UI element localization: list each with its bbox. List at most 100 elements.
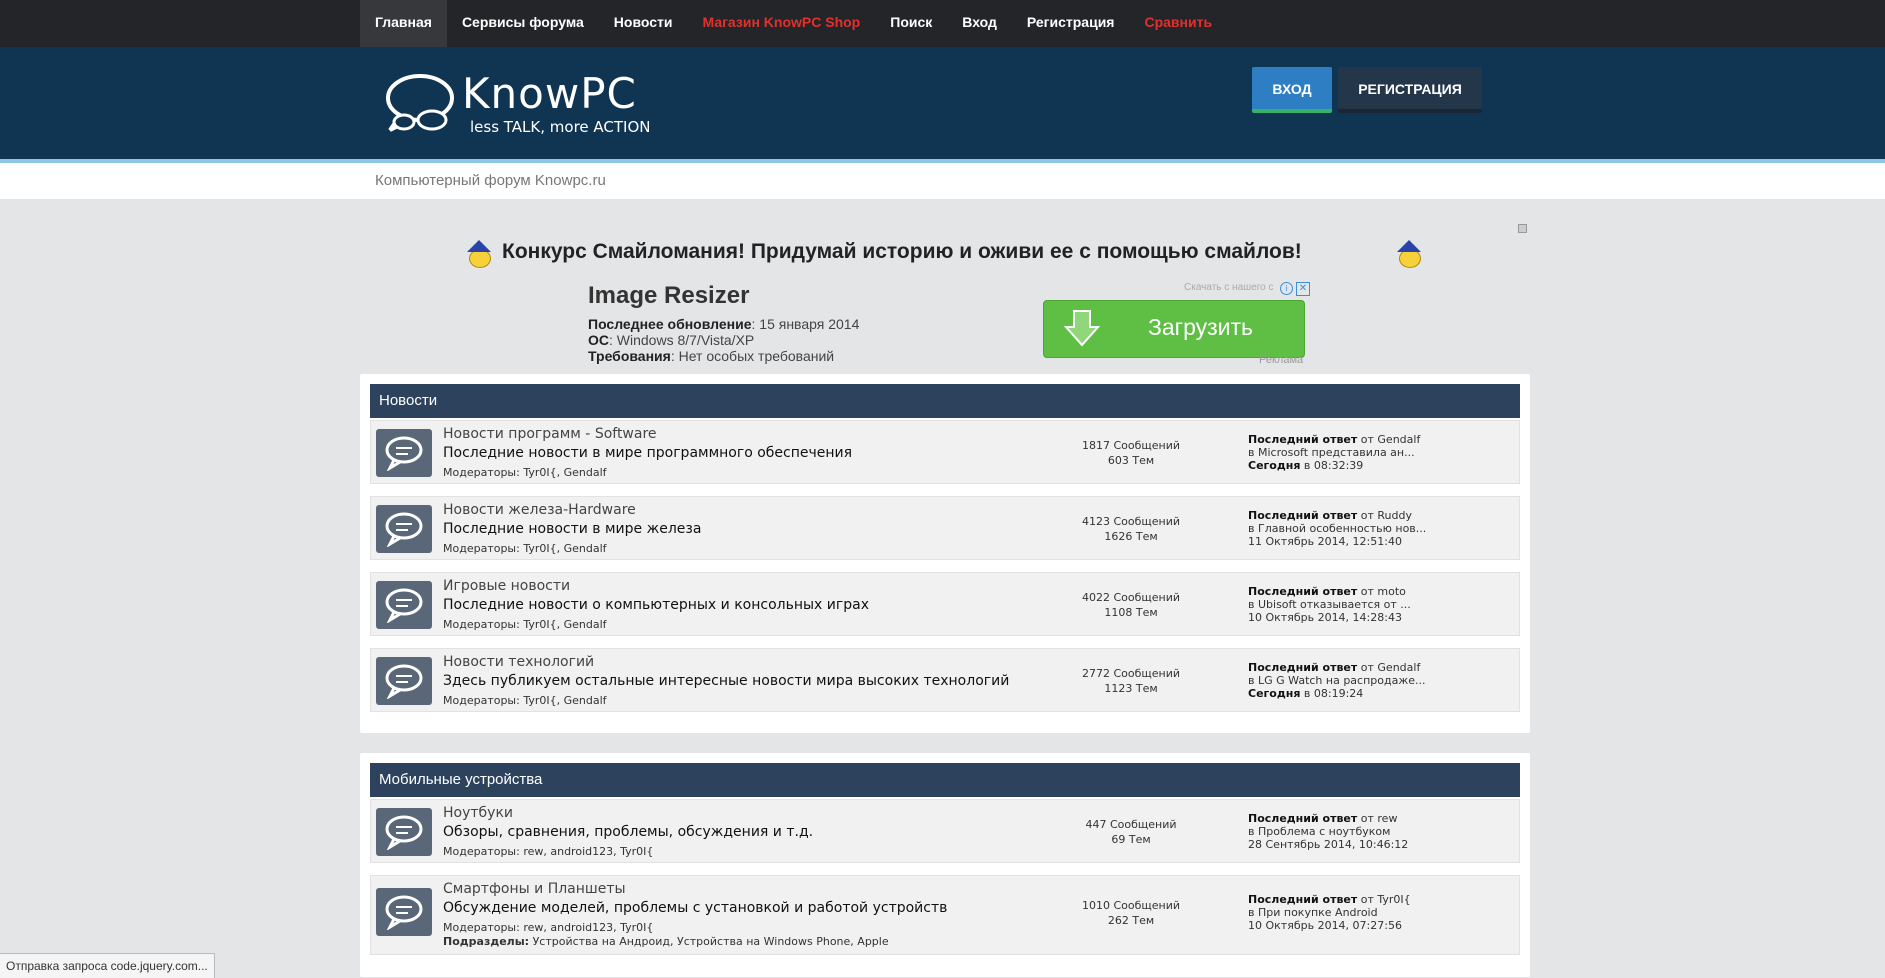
- site-header: [0, 47, 1885, 163]
- forum-stats: 447 Сообщений 69 Тем: [1066, 817, 1196, 847]
- last-post-label: Последний ответ: [1248, 812, 1358, 825]
- forum-chat-icon: [376, 581, 432, 629]
- last-post-author[interactable]: от Tyr0I{: [1357, 893, 1411, 906]
- forum-last-post[interactable]: Последний ответ от moto в Ubisoft отказыв…: [1248, 585, 1411, 624]
- forum-chat-icon: [376, 808, 432, 856]
- forum-topics: 603 Тем: [1107, 454, 1155, 467]
- forum-posts: 4022 Сообщений: [1081, 591, 1181, 604]
- forum-name-link[interactable]: Новости технологий: [443, 654, 594, 670]
- last-post-label: Последний ответ: [1248, 433, 1358, 446]
- ad-label: Реклама: [1259, 354, 1304, 366]
- ad-os: ОС: Windows 8/7/Vista/XP: [588, 332, 754, 348]
- last-post-day: Сегодня: [1248, 687, 1301, 700]
- last-post-topic[interactable]: в Microsoft представила ан...: [1248, 446, 1420, 459]
- forum-moderators[interactable]: Модераторы: Tyr0I{, Gendalf: [443, 466, 607, 479]
- ad-source-text: Скачать с нашего с: [1184, 282, 1274, 293]
- contest-banner[interactable]: Конкурс Смайломания! Придумай историю и …: [464, 238, 1424, 268]
- last-post-author[interactable]: от rew: [1357, 812, 1398, 825]
- nav-shop[interactable]: Магазин KnowPC Shop: [687, 0, 875, 47]
- header-register-button[interactable]: РЕГИСТРАЦИЯ: [1338, 67, 1482, 113]
- forum-description: Обзоры, сравнения, проблемы, обсуждения …: [443, 824, 814, 840]
- top-nav: Главная Сервисы форума Новости Магазин K…: [0, 0, 1885, 47]
- forum-row: Ноутбуки Обзоры, сравнения, проблемы, об…: [370, 799, 1520, 863]
- category-mobile: Мобильные устройства Ноутбуки Обзоры, ср…: [360, 753, 1530, 977]
- wizard-smiley-icon: [1394, 240, 1424, 268]
- last-post-time: в 08:32:39: [1300, 459, 1364, 472]
- ad-info-icon[interactable]: i: [1280, 282, 1293, 295]
- forum-name-link[interactable]: Игровые новости: [443, 578, 570, 594]
- last-post-time: 10 Октябрь 2014, 14:28:43: [1248, 611, 1402, 624]
- category-title[interactable]: Мобильные устройства: [370, 763, 1520, 797]
- forum-posts: 1010 Сообщений: [1081, 899, 1181, 912]
- forum-name-link[interactable]: Новости железа-Hardware: [443, 502, 636, 518]
- forum-last-post[interactable]: Последний ответ от Ruddy в Главной особен…: [1248, 509, 1426, 548]
- contest-banner-text[interactable]: Конкурс Смайломания! Придумай историю и …: [502, 240, 1302, 264]
- last-post-label: Последний ответ: [1248, 893, 1358, 906]
- nav-forum-services[interactable]: Сервисы форума: [447, 0, 599, 47]
- forum-name-link[interactable]: Смартфоны и Планшеты: [443, 881, 626, 897]
- forum-name-link[interactable]: Ноутбуки: [443, 805, 513, 821]
- download-arrow-icon: [1064, 310, 1100, 347]
- forum-topics: 69 Тем: [1111, 833, 1151, 846]
- forum-moderators[interactable]: Модераторы: Tyr0I{, Gendalf: [443, 618, 607, 631]
- forum-description: Последние новости о компьютерных и консо…: [443, 597, 870, 613]
- forum-last-post[interactable]: Последний ответ от Tyr0I{в При покупке A…: [1248, 893, 1411, 932]
- forum-moderators[interactable]: Модераторы: Tyr0I{, Gendalf: [443, 694, 607, 707]
- forum-chat-icon: [376, 888, 432, 936]
- nav-search[interactable]: Поиск: [875, 0, 947, 47]
- forum-row: Смартфоны и Планшеты Обсуждение моделей,…: [370, 875, 1520, 955]
- ad-requirements: Требования: Нет особых требований: [588, 348, 834, 364]
- subforums-label: Подразделы:: [443, 935, 530, 948]
- ad-block: Image Resizer Последнее обновление: 15 я…: [586, 282, 1312, 368]
- forum-moderators[interactable]: Модераторы: rew, android123, Tyr0I{: [443, 921, 653, 934]
- nav-compare[interactable]: Сравнить: [1129, 0, 1227, 47]
- last-post-topic[interactable]: в При покупке Android: [1248, 906, 1411, 919]
- forum-topics: 1108 Тем: [1104, 606, 1158, 619]
- last-post-author[interactable]: от moto: [1357, 585, 1406, 598]
- last-post-day: Сегодня: [1248, 459, 1301, 472]
- last-post-author[interactable]: от Ruddy: [1357, 509, 1412, 522]
- ad-os-label: ОС: [588, 332, 609, 348]
- logo-tagline: less TALK, more ACTION: [470, 118, 651, 136]
- category-title[interactable]: Новости: [370, 384, 1520, 418]
- forum-description: Последние новости в мире программного об…: [443, 445, 853, 461]
- ad-download-button[interactable]: Загрузить: [1043, 300, 1305, 358]
- nav-home[interactable]: Главная: [360, 0, 447, 47]
- forum-chat-icon: [376, 505, 432, 553]
- ad-req-label: Требования: [588, 348, 671, 364]
- last-post-author[interactable]: от Gendalf: [1357, 661, 1421, 674]
- ad-close-icon[interactable]: ✕: [1296, 282, 1310, 296]
- last-post-topic[interactable]: в Проблема с ноутбуком: [1248, 825, 1408, 838]
- forum-last-post[interactable]: Последний ответ от rew в Проблема с ноутб…: [1248, 812, 1408, 851]
- forum-last-post[interactable]: Последний ответ от Gendalf в Microsoft пр…: [1248, 433, 1420, 472]
- forum-last-post[interactable]: Последний ответ от Gendalf в LG G Watch н…: [1248, 661, 1426, 700]
- ad-req-value: : Нет особых требований: [670, 348, 835, 364]
- banner-close-icon[interactable]: [1518, 224, 1527, 233]
- forum-row: Новости программ - Software Последние но…: [370, 420, 1520, 484]
- forum-description: Обсуждение моделей, проблемы с установко…: [443, 900, 948, 916]
- header-login-button[interactable]: ВХОД: [1252, 67, 1332, 113]
- category-news: Новости Новости программ - Software Посл…: [360, 374, 1530, 733]
- forum-row: Новости железа-Hardware Последние новост…: [370, 496, 1520, 560]
- chat-bubbles-logo-icon: [386, 74, 454, 132]
- wizard-smiley-icon: [464, 240, 494, 268]
- forum-moderators[interactable]: Модераторы: rew, android123, Tyr0I{: [443, 845, 653, 858]
- subforums-links[interactable]: Устройства на Андроид, Устройства на Win…: [529, 935, 889, 948]
- forum-posts: 2772 Сообщений: [1081, 667, 1181, 680]
- last-post-time: в 08:19:24: [1300, 687, 1364, 700]
- forum-posts: 447 Сообщений: [1085, 818, 1177, 831]
- last-post-time: 28 Сентябрь 2014, 10:46:12: [1248, 838, 1409, 851]
- forum-name-link[interactable]: Новости программ - Software: [443, 426, 657, 442]
- ad-updated-value: : 15 января 2014: [751, 316, 860, 332]
- forum-subforums[interactable]: Подразделы: Устройства на Андроид, Устро…: [443, 935, 889, 948]
- nav-register[interactable]: Регистрация: [1012, 0, 1130, 47]
- forum-moderators[interactable]: Модераторы: Tyr0I{, Gendalf: [443, 542, 607, 555]
- ad-title[interactable]: Image Resizer: [588, 282, 749, 310]
- last-post-topic[interactable]: в Ubisoft отказывается от ...: [1248, 598, 1411, 611]
- nav-login[interactable]: Вход: [947, 0, 1012, 47]
- last-post-author[interactable]: от Gendalf: [1357, 433, 1421, 446]
- last-post-topic[interactable]: в LG G Watch на распродаже...: [1248, 674, 1426, 687]
- nav-news[interactable]: Новости: [599, 0, 688, 47]
- last-post-topic[interactable]: в Главной особенностью нов...: [1248, 522, 1426, 535]
- breadcrumb-link[interactable]: Компьютерный форум Knowpc.ru: [375, 172, 606, 189]
